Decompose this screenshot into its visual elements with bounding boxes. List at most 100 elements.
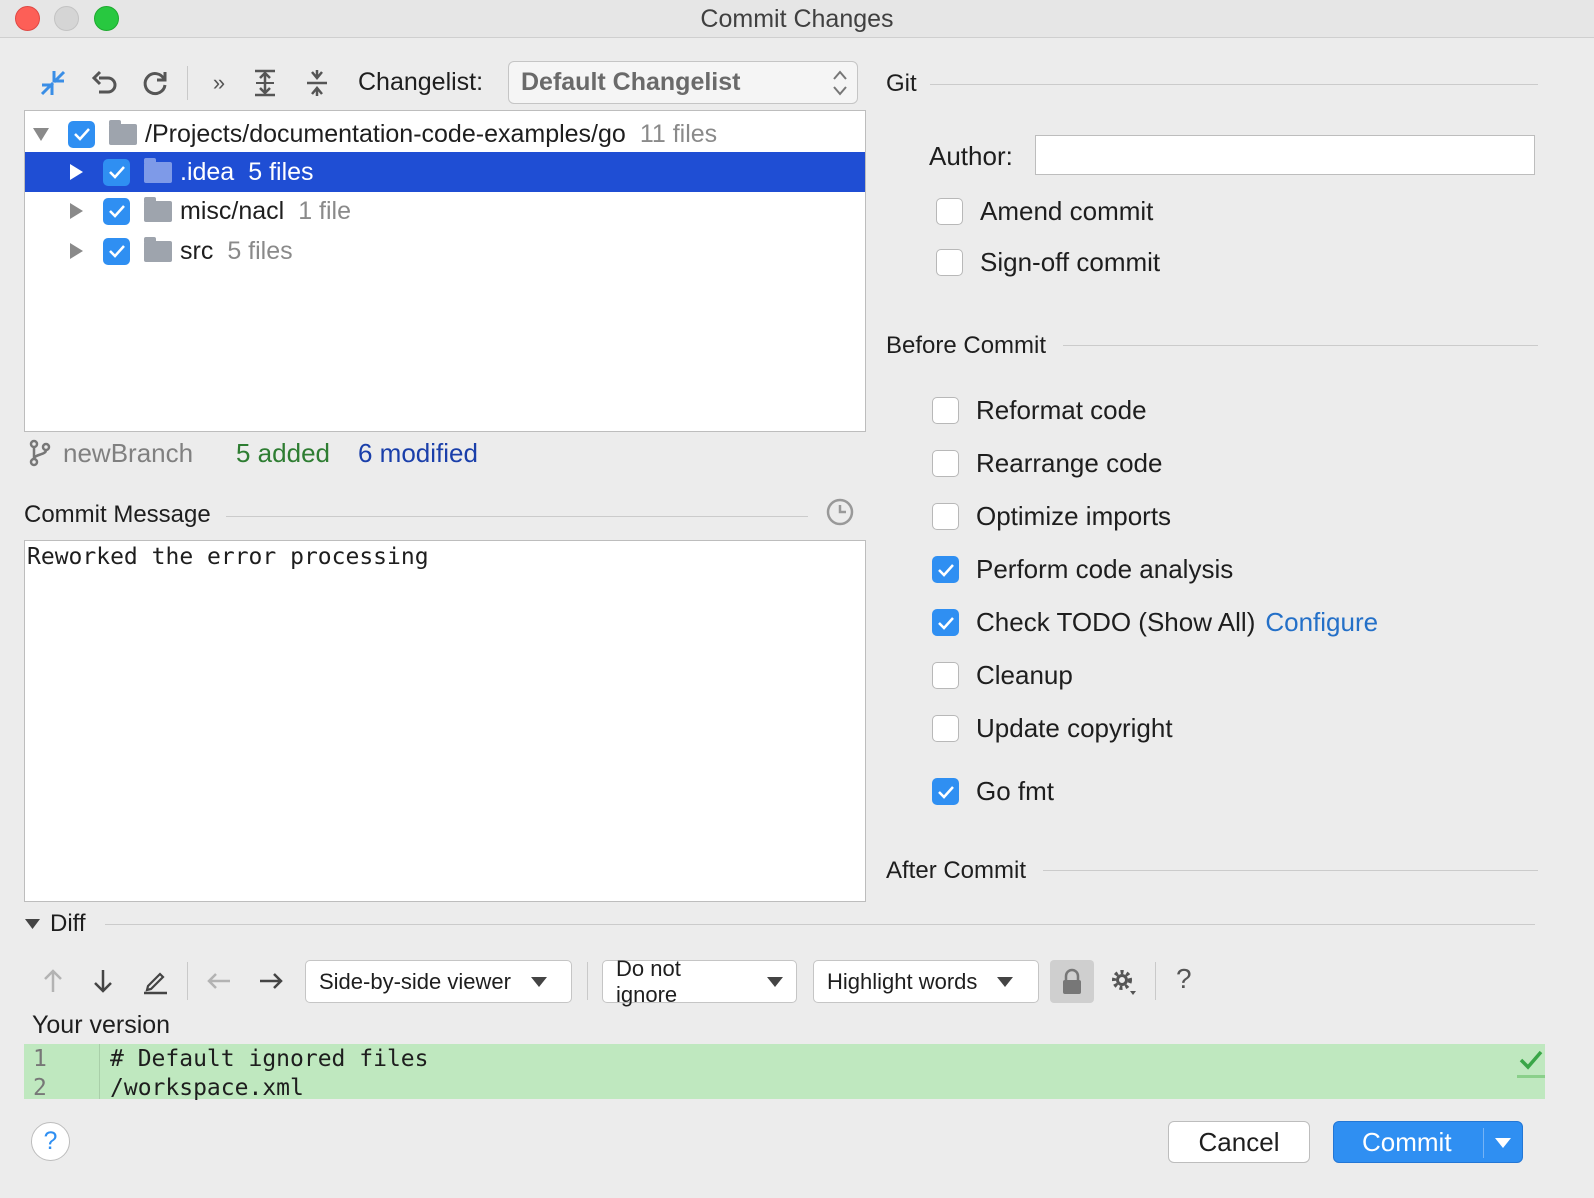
show-diff-icon[interactable]: [36, 66, 70, 100]
code-analysis-option[interactable]: Perform code analysis: [932, 554, 1233, 585]
no-problems-check-icon: [1519, 1050, 1543, 1070]
compare-previous-icon[interactable]: [202, 964, 236, 998]
code-line: /workspace.xml: [110, 1075, 304, 1101]
copyright-checkbox[interactable]: [932, 715, 959, 742]
ignore-whitespace-dropdown[interactable]: Do not ignore: [602, 956, 797, 1007]
highlight-mode-dropdown[interactable]: Highlight words: [813, 960, 1039, 1003]
divider: [1043, 870, 1538, 871]
help-button[interactable]: ?: [31, 1122, 70, 1161]
reformat-code-option[interactable]: Reformat code: [932, 395, 1147, 426]
commit-message-label: Commit Message: [24, 501, 211, 528]
collapsed-triangle-icon[interactable]: [68, 202, 84, 220]
update-copyright-option[interactable]: Update copyright: [932, 713, 1173, 744]
row-name: .idea: [180, 157, 235, 186]
scroll-marker: [1517, 1075, 1545, 1078]
row-name: misc/nacl: [180, 196, 285, 225]
tree-row[interactable]: src 5 files: [25, 231, 865, 271]
root-checkbox[interactable]: [68, 120, 95, 148]
root-count: 11 files: [639, 119, 718, 148]
refresh-icon[interactable]: [138, 66, 172, 100]
analysis-checkbox[interactable]: [932, 556, 959, 583]
code-line: # Default ignored files: [110, 1046, 429, 1072]
cleanup-option[interactable]: Cleanup: [932, 660, 1073, 691]
folder-icon: [144, 157, 172, 183]
divider: [930, 84, 1538, 85]
collapse-diff-triangle-icon[interactable]: [24, 917, 41, 931]
title-bar: Commit Changes: [0, 0, 1594, 38]
expand-all-icon[interactable]: [248, 66, 282, 100]
diff-help-icon[interactable]: ?: [1176, 963, 1192, 995]
dropdown-arrow-icon: [997, 976, 1014, 987]
collapse-all-icon[interactable]: [300, 66, 334, 100]
diff-editor[interactable]: 1 2 # Default ignored files /workspace.x…: [24, 1044, 1545, 1101]
row-count: 5 files: [227, 236, 293, 265]
tree-root-row[interactable]: /Projects/documentation-code-examples/go…: [25, 114, 865, 154]
analysis-label: Perform code analysis: [976, 554, 1234, 584]
toolbar-separator: [587, 962, 588, 1000]
configure-link[interactable]: Configure: [1265, 607, 1378, 638]
updown-chevron-icon: [833, 70, 847, 96]
check-todo-option[interactable]: Check TODO (Show All) Configure: [932, 607, 1378, 638]
rollback-icon[interactable]: [88, 66, 122, 100]
amend-checkbox[interactable]: [936, 198, 963, 225]
commit-options-arrow-icon[interactable]: [1492, 1136, 1514, 1150]
signoff-checkbox[interactable]: [936, 249, 963, 276]
diff-title[interactable]: Diff: [50, 910, 86, 938]
branch-name[interactable]: newBranch: [63, 438, 193, 469]
copyright-label: Update copyright: [976, 713, 1173, 743]
cleanup-checkbox[interactable]: [932, 662, 959, 689]
previous-difference-icon[interactable]: [36, 964, 70, 998]
dropdown-arrow-icon: [767, 976, 783, 987]
author-input[interactable]: [1035, 135, 1535, 175]
rearrange-label: Rearrange code: [976, 448, 1163, 478]
collapsed-triangle-icon[interactable]: [68, 163, 84, 181]
root-path: /Projects/documentation-code-examples/go: [145, 119, 626, 148]
commit-label: Commit: [1362, 1126, 1452, 1157]
compare-next-icon[interactable]: [254, 964, 288, 998]
edit-source-icon[interactable]: [138, 964, 172, 998]
divider: [1063, 345, 1538, 346]
go-fmt-option[interactable]: Go fmt: [932, 776, 1054, 807]
changelist-label: Changelist:: [358, 68, 484, 96]
more-actions-icon[interactable]: »: [202, 66, 236, 100]
dropdown-arrow-icon: [530, 976, 547, 987]
highlight-value: Highlight words: [827, 968, 978, 994]
git-section-title: Git: [886, 70, 917, 97]
optimize-label: Optimize imports: [976, 501, 1172, 531]
folder-icon: [144, 236, 172, 262]
line-gutter: 1 2: [24, 1044, 100, 1101]
amend-commit-option[interactable]: Amend commit: [936, 196, 1153, 227]
reformat-label: Reformat code: [976, 395, 1147, 425]
commit-message-text: Reworked the error processing: [27, 544, 429, 570]
gofmt-checkbox[interactable]: [932, 778, 959, 805]
split-divider: [1483, 1128, 1484, 1158]
commit-button[interactable]: Commit: [1333, 1121, 1523, 1163]
lock-button[interactable]: [1050, 960, 1094, 1003]
commit-message-input[interactable]: Reworked the error processing: [24, 540, 866, 902]
signoff-label: Sign-off commit: [980, 247, 1161, 277]
row-checkbox[interactable]: [103, 197, 130, 225]
history-clock-icon[interactable]: [825, 497, 855, 527]
optimize-checkbox[interactable]: [932, 503, 959, 530]
branch-icon: [29, 439, 51, 467]
tree-row[interactable]: misc/nacl 1 file: [25, 191, 865, 231]
tree-row[interactable]: .idea 5 files: [25, 152, 865, 192]
lock-icon: [1063, 968, 1081, 994]
collapsed-triangle-icon[interactable]: [68, 242, 84, 260]
signoff-commit-option[interactable]: Sign-off commit: [936, 247, 1160, 278]
changelist-select[interactable]: Default Changelist: [508, 61, 858, 104]
next-difference-icon[interactable]: [86, 964, 120, 998]
rearrange-checkbox[interactable]: [932, 450, 959, 477]
expanded-triangle-icon[interactable]: [32, 125, 50, 143]
reformat-checkbox[interactable]: [932, 397, 959, 424]
optimize-imports-option[interactable]: Optimize imports: [932, 501, 1171, 532]
viewer-mode-dropdown[interactable]: Side-by-side viewer: [305, 960, 572, 1003]
toolbar-separator: [187, 66, 188, 100]
settings-gear-icon[interactable]: [1106, 964, 1140, 998]
todo-checkbox[interactable]: [932, 609, 959, 636]
rearrange-code-option[interactable]: Rearrange code: [932, 448, 1162, 479]
cancel-button[interactable]: Cancel: [1168, 1121, 1310, 1163]
changes-tree[interactable]: /Projects/documentation-code-examples/go…: [24, 110, 866, 432]
row-checkbox[interactable]: [103, 237, 130, 265]
row-checkbox[interactable]: [103, 158, 130, 186]
